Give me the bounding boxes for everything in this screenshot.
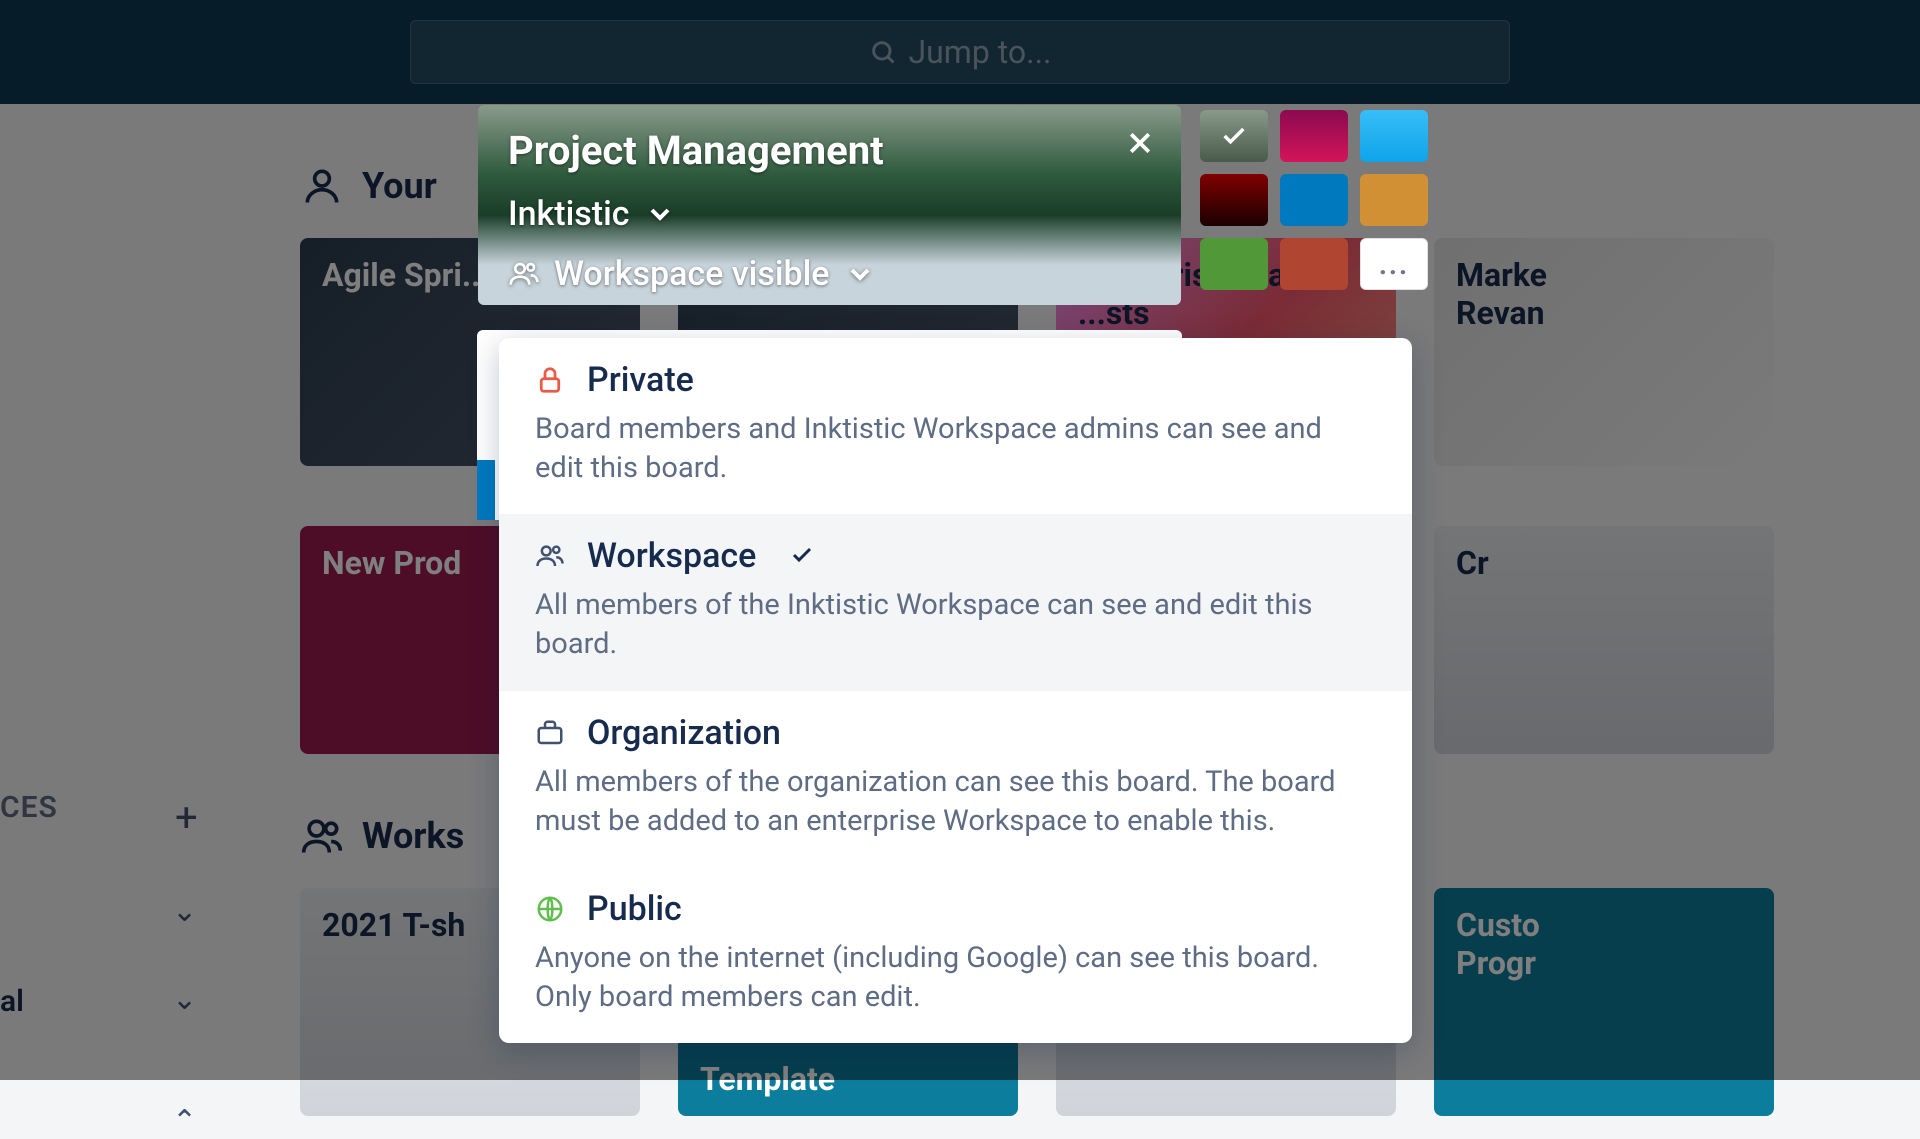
- people-icon: [508, 258, 540, 290]
- bg-swatch[interactable]: [1360, 110, 1428, 162]
- visibility-option-private[interactable]: Private Board members and Inktistic Work…: [499, 338, 1412, 514]
- visibility-option-organization[interactable]: Organization All members of the organiza…: [499, 691, 1412, 867]
- option-title: Public: [587, 889, 682, 929]
- option-title: Workspace: [587, 536, 756, 576]
- visibility-option-workspace[interactable]: Workspace All members of the Inktistic W…: [499, 514, 1412, 690]
- create-board-modal: Project Management Inktistic Workspace v…: [478, 105, 1181, 305]
- briefcase-icon: [535, 718, 565, 748]
- bg-more-button[interactable]: ...: [1360, 238, 1428, 290]
- option-title: Private: [587, 360, 694, 400]
- visibility-selector[interactable]: Workspace visible: [508, 254, 1151, 294]
- globe-icon: [535, 894, 565, 924]
- chevron-down-icon: [644, 198, 676, 230]
- bg-swatch[interactable]: [1200, 238, 1268, 290]
- visibility-option-public[interactable]: Public Anyone on the internet (including…: [499, 867, 1412, 1043]
- chevron-down-icon: [844, 258, 876, 290]
- check-icon: [1220, 122, 1248, 150]
- option-description: Anyone on the internet (including Google…: [535, 939, 1376, 1017]
- bg-swatch[interactable]: [1280, 110, 1348, 162]
- option-description: All members of the Inktistic Workspace c…: [535, 586, 1376, 664]
- option-description: Board members and Inktistic Workspace ad…: [535, 410, 1376, 488]
- background-picker: ...: [1200, 110, 1428, 290]
- close-icon: [1125, 128, 1155, 158]
- option-description: All members of the organization can see …: [535, 763, 1376, 841]
- close-button[interactable]: [1125, 125, 1155, 167]
- bg-swatch-selected[interactable]: [1200, 110, 1268, 162]
- lock-icon: [535, 365, 565, 395]
- check-icon: [790, 543, 814, 567]
- bg-swatch[interactable]: [1280, 174, 1348, 226]
- option-title: Organization: [587, 713, 781, 753]
- board-title-input[interactable]: Project Management: [508, 127, 1151, 174]
- bg-swatch[interactable]: [1200, 174, 1268, 226]
- people-icon: [535, 541, 565, 571]
- more-icon: ...: [1379, 248, 1409, 281]
- bg-swatch[interactable]: [1360, 174, 1428, 226]
- team-selector[interactable]: Inktistic: [508, 194, 1151, 234]
- chevron-up-icon[interactable]: ⌃: [172, 1104, 197, 1139]
- visibility-dropdown: Private Board members and Inktistic Work…: [499, 338, 1412, 1043]
- selected-check: [790, 536, 814, 576]
- bg-swatch[interactable]: [1280, 238, 1348, 290]
